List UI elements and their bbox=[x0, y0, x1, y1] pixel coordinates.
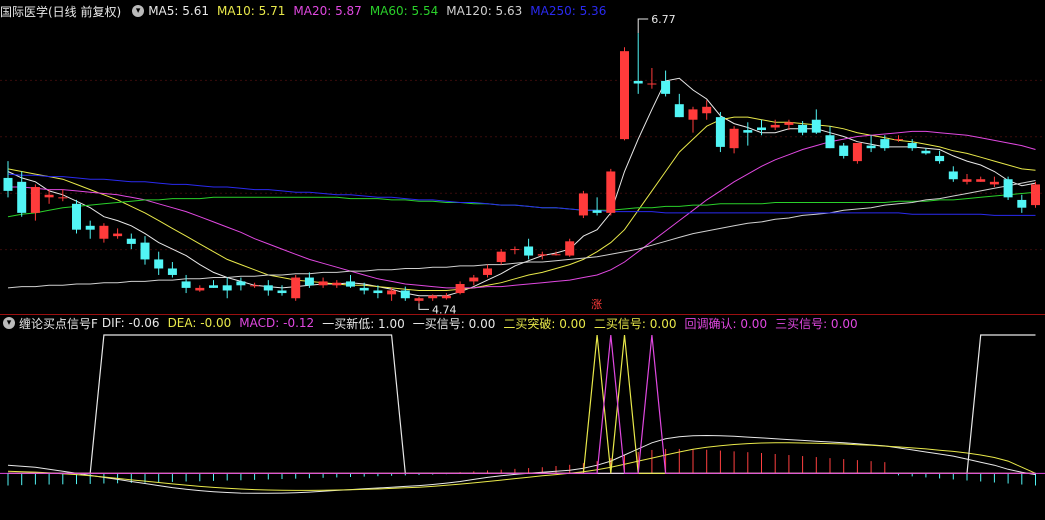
candle-body bbox=[209, 285, 218, 288]
candle-body bbox=[1031, 184, 1040, 206]
candle-body bbox=[674, 104, 684, 118]
candle-body bbox=[537, 254, 547, 256]
candle-body bbox=[948, 171, 958, 180]
candle-body bbox=[222, 285, 232, 291]
candle-body bbox=[907, 143, 917, 149]
candle-body bbox=[551, 254, 561, 256]
candle-body bbox=[620, 51, 629, 140]
candle-body bbox=[852, 143, 862, 162]
candle-body bbox=[195, 287, 205, 291]
chart-canvas: 6.77 4.74 涨 bbox=[0, 13, 1045, 494]
candle-body bbox=[825, 135, 835, 149]
candle-body bbox=[304, 277, 314, 286]
candle-body bbox=[400, 290, 410, 299]
candle-body bbox=[976, 179, 986, 182]
candle-body bbox=[441, 295, 451, 299]
candle-body bbox=[346, 281, 355, 287]
candle-body bbox=[989, 181, 999, 185]
candle-body bbox=[277, 290, 287, 294]
candle-body bbox=[565, 241, 575, 256]
signal-line bbox=[8, 334, 1036, 474]
candle-body bbox=[592, 210, 602, 213]
candle-body bbox=[99, 225, 109, 239]
candle-body bbox=[1017, 199, 1027, 208]
candle-body bbox=[647, 83, 657, 85]
candle-body bbox=[58, 197, 68, 199]
ma-line-ma120 bbox=[7, 180, 1036, 289]
signal-line bbox=[8, 334, 1036, 474]
low-label: 4.74 bbox=[432, 303, 457, 316]
candle-body bbox=[784, 122, 794, 125]
candle-body bbox=[387, 290, 397, 295]
candle-body bbox=[428, 295, 438, 299]
candle-body bbox=[729, 128, 739, 149]
candle-body bbox=[935, 155, 945, 162]
candle-body bbox=[811, 119, 821, 133]
candle-body bbox=[17, 181, 27, 213]
candle-body bbox=[373, 290, 383, 294]
high-label: 6.77 bbox=[651, 13, 676, 26]
candle-body bbox=[455, 284, 465, 294]
candle-body bbox=[633, 80, 643, 84]
candle-body bbox=[318, 281, 328, 286]
candle-body bbox=[743, 130, 753, 133]
candle-body bbox=[181, 281, 191, 288]
candle-body bbox=[839, 145, 849, 156]
candle-body bbox=[236, 281, 246, 286]
candle-body bbox=[510, 249, 520, 251]
candle-body bbox=[702, 106, 712, 114]
candle-body bbox=[606, 171, 616, 213]
candle-body bbox=[3, 177, 13, 191]
candle-body bbox=[332, 282, 342, 286]
candle-body bbox=[167, 268, 177, 275]
candle-body bbox=[44, 194, 54, 198]
zhang-label: 涨 bbox=[591, 298, 602, 311]
signal-line bbox=[8, 334, 1036, 474]
candle-body bbox=[962, 179, 972, 182]
indicator-line-dea bbox=[7, 442, 1036, 491]
candle-body bbox=[880, 139, 890, 149]
candle-body bbox=[250, 285, 260, 287]
candle-body bbox=[496, 251, 506, 263]
high-marker bbox=[637, 18, 649, 34]
candle-body bbox=[1003, 179, 1013, 198]
candle-body bbox=[140, 242, 150, 260]
candle-body bbox=[85, 225, 95, 230]
candle-body bbox=[894, 139, 903, 141]
candle-body bbox=[126, 238, 136, 244]
low-marker bbox=[418, 303, 429, 310]
candle-body bbox=[483, 268, 492, 275]
candle-body bbox=[263, 285, 273, 291]
candle-body bbox=[154, 259, 164, 269]
candle-body bbox=[469, 277, 479, 282]
candle-body bbox=[359, 287, 369, 291]
ma-line-ma250 bbox=[7, 173, 1036, 216]
candle-body bbox=[524, 246, 534, 256]
candle-body bbox=[661, 80, 671, 94]
candle-body bbox=[715, 117, 725, 147]
candle-body bbox=[770, 124, 780, 128]
candle-body bbox=[688, 109, 698, 120]
candle-body bbox=[866, 145, 876, 149]
candle-body bbox=[113, 233, 123, 237]
candle-body bbox=[291, 277, 301, 299]
indicator-line-dif bbox=[7, 434, 1036, 494]
candle-body bbox=[30, 186, 40, 213]
candle-body bbox=[72, 203, 81, 230]
candle-body bbox=[578, 193, 588, 216]
candle-body bbox=[798, 124, 808, 133]
candle-body bbox=[757, 127, 766, 131]
candle-body bbox=[414, 298, 424, 301]
candle-body bbox=[921, 150, 931, 154]
